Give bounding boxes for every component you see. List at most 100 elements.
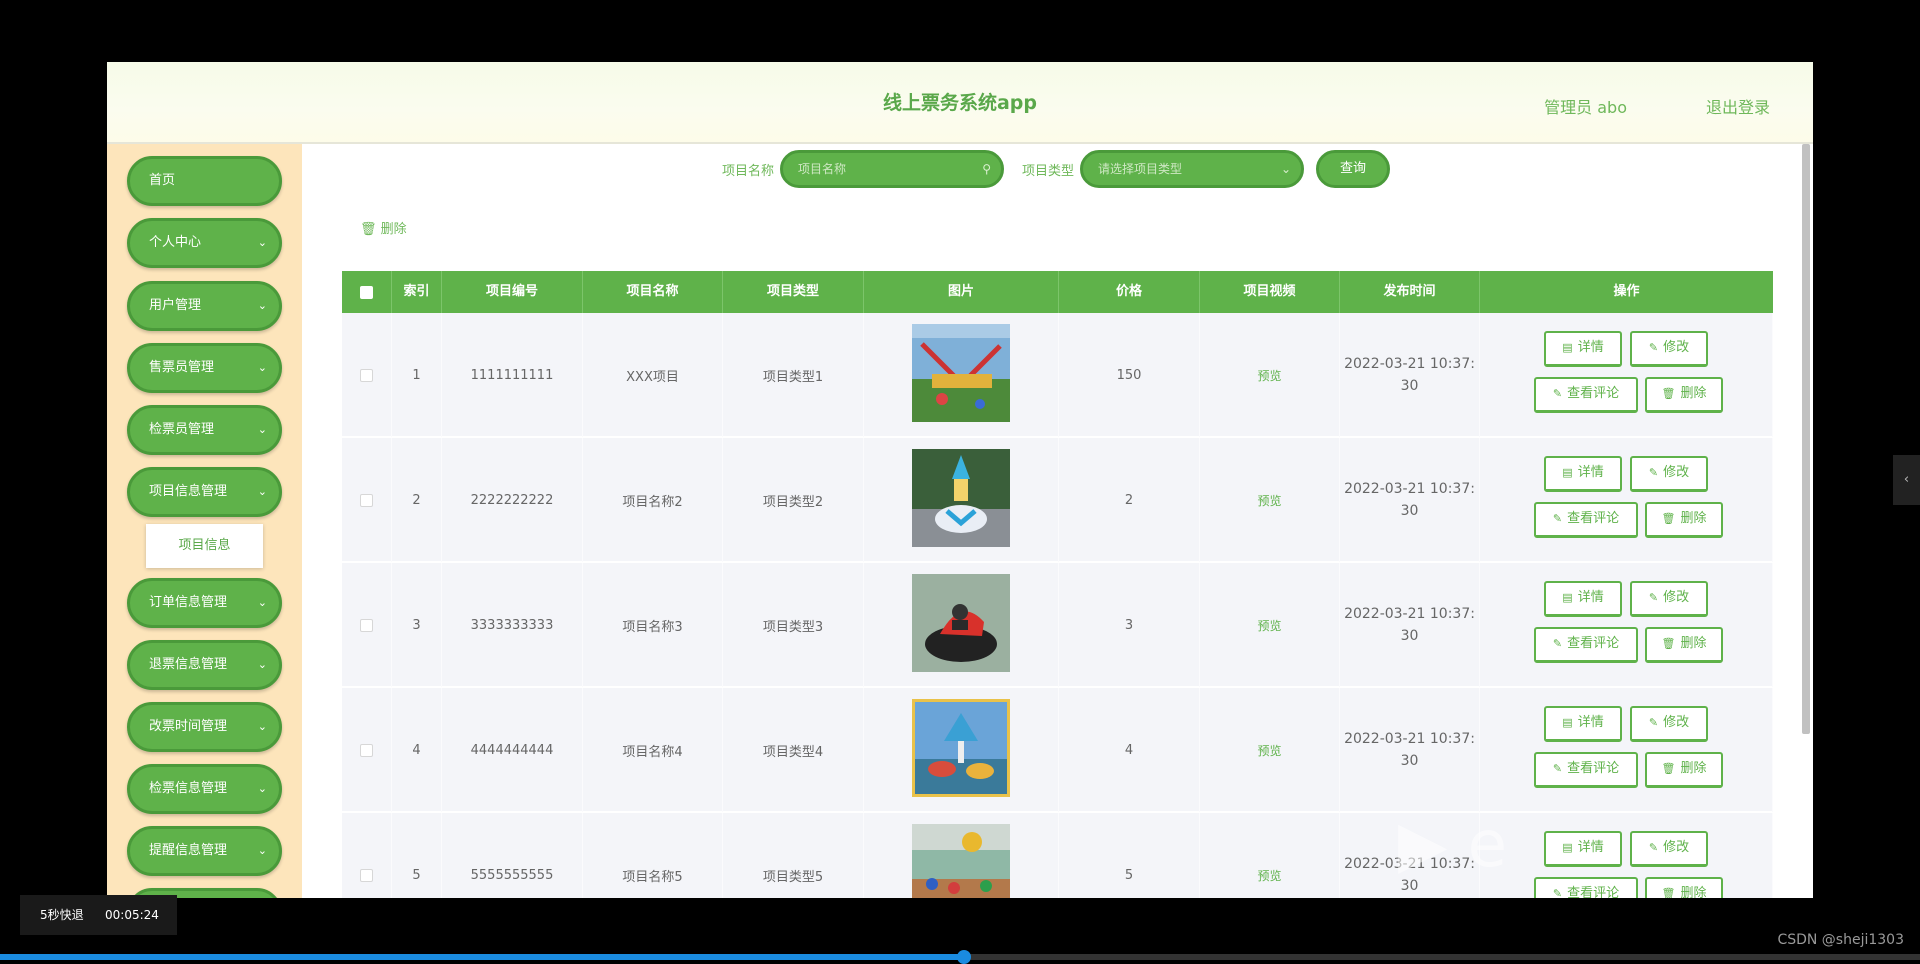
- delete-button[interactable]: 🗑 删除: [1645, 627, 1723, 663]
- table-cell: 项目名称3: [583, 563, 723, 687]
- delete-button[interactable]: 🗑 删除: [1645, 377, 1723, 413]
- project-code: 3333333333: [470, 617, 554, 633]
- project-code: 2222222222: [470, 492, 554, 508]
- edit-button[interactable]: ✎ 修改: [1630, 706, 1708, 742]
- collapse-panel-tab[interactable]: ‹: [1893, 455, 1920, 505]
- view-reviews-button-label: 查看评论: [1567, 761, 1620, 776]
- project-code: 4444444444: [470, 742, 554, 758]
- view-reviews-button-label: 查看评论: [1567, 386, 1620, 401]
- table-cell: 项目名称2: [583, 438, 723, 562]
- project-type: 项目类型5: [762, 869, 824, 885]
- main-content: 项目名称 项目名称 ⚲ 项目类型 请选择项目类型 ⌄ 查询 🗑 删除 索引 项目…: [302, 144, 1813, 898]
- query-button[interactable]: 查询: [1316, 150, 1390, 188]
- table-cell: [864, 563, 1059, 687]
- delete-button-label: 删除: [1680, 886, 1707, 898]
- project-image[interactable]: [912, 699, 1010, 801]
- delete-button-label: 删除: [1680, 511, 1707, 526]
- row-checkbox[interactable]: [360, 493, 373, 507]
- delete-button[interactable]: 🗑 删除: [1645, 752, 1723, 788]
- video-preview-link[interactable]: 预览: [1257, 742, 1281, 759]
- submenu-item-project-info[interactable]: 项目信息: [146, 524, 263, 568]
- sidebar-item-reschedule-management[interactable]: 改票时间管理 ⌄: [127, 702, 282, 752]
- edit-button[interactable]: ✎ 修改: [1630, 456, 1708, 492]
- search-icon: ⚲: [982, 162, 991, 176]
- project-type: 项目类型2: [762, 494, 824, 510]
- project-price: 3: [1124, 617, 1134, 633]
- detail-button-label: 详情: [1577, 840, 1604, 855]
- table-cell: [342, 313, 392, 437]
- sidebar-item-user-management[interactable]: 用户管理 ⌄: [127, 281, 282, 331]
- view-reviews-button[interactable]: ✎ 查看评论: [1534, 752, 1638, 788]
- table-cell: 150: [1059, 313, 1200, 437]
- detail-button[interactable]: ▤ 详情: [1544, 706, 1622, 742]
- delete-button[interactable]: 🗑 删除: [1645, 877, 1723, 898]
- scrollbar[interactable]: [1802, 144, 1810, 734]
- detail-button[interactable]: ▤ 详情: [1544, 331, 1622, 367]
- view-reviews-button[interactable]: ✎ 查看评论: [1534, 377, 1638, 413]
- header-type: 项目类型: [723, 271, 864, 313]
- sidebar-item-check-info-management[interactable]: 检票信息管理 ⌄: [127, 764, 282, 814]
- detail-button[interactable]: ▤ 详情: [1544, 831, 1622, 867]
- select-all-checkbox[interactable]: [360, 285, 373, 299]
- project-type-select[interactable]: 请选择项目类型 ⌄: [1080, 150, 1304, 188]
- publish-time-date: 2022-03-21 10:37:: [1344, 606, 1475, 622]
- sidebar-item-checker-management[interactable]: 检票员管理 ⌄: [127, 405, 282, 455]
- chevron-down-icon: ⌄: [257, 782, 267, 795]
- detail-icon: ▤: [1562, 466, 1573, 479]
- detail-button[interactable]: ▤ 详情: [1544, 456, 1622, 492]
- delete-button[interactable]: 🗑 删除: [1645, 502, 1723, 538]
- sidebar-item-project-management[interactable]: 项目信息管理 ⌄: [127, 467, 282, 517]
- project-name: XXX项目: [626, 369, 679, 385]
- row-checkbox[interactable]: [360, 868, 373, 882]
- sidebar-item-personal-center[interactable]: 个人中心 ⌄: [127, 218, 282, 268]
- progress-handle[interactable]: [956, 950, 971, 964]
- row-checkbox[interactable]: [360, 368, 373, 382]
- detail-button[interactable]: ▤ 详情: [1544, 581, 1622, 617]
- project-code: 1111111111: [470, 367, 554, 383]
- detail-icon: ▤: [1562, 341, 1573, 354]
- header-name: 项目名称: [583, 271, 723, 313]
- video-preview-link[interactable]: 预览: [1257, 492, 1281, 509]
- view-reviews-button[interactable]: ✎ 查看评论: [1534, 877, 1638, 898]
- project-image[interactable]: [912, 824, 1010, 898]
- sidebar-item-refund-management[interactable]: 退票信息管理 ⌄: [127, 640, 282, 690]
- publish-time-seconds: 30: [1400, 503, 1419, 519]
- video-preview-link[interactable]: 预览: [1257, 867, 1281, 884]
- sidebar-item-order-management[interactable]: 订单信息管理 ⌄: [127, 578, 282, 628]
- publish-time: 2022-03-21 10:37: 30: [1344, 478, 1475, 522]
- header-index: 索引: [392, 271, 442, 313]
- view-reviews-button-label: 查看评论: [1567, 511, 1620, 526]
- project-name-input[interactable]: 项目名称 ⚲: [780, 150, 1004, 188]
- rewind-5s-button[interactable]: 5秒快退: [40, 895, 84, 935]
- video-preview-link[interactable]: 预览: [1257, 367, 1281, 384]
- row-checkbox[interactable]: [360, 618, 373, 632]
- table-cell: 5555555555: [442, 813, 583, 898]
- edit-button[interactable]: ✎ 修改: [1630, 581, 1708, 617]
- logout-link[interactable]: 退出登录: [1706, 94, 1770, 118]
- trash-icon: 🗑: [1661, 637, 1676, 650]
- project-image[interactable]: [912, 449, 1010, 551]
- sidebar-item-label: 检票信息管理: [149, 781, 228, 796]
- edit-button[interactable]: ✎ 修改: [1630, 831, 1708, 867]
- project-price: 150: [1116, 367, 1142, 383]
- edit-icon: ✎: [1552, 637, 1563, 650]
- table-cell: 2022-03-21 10:37: 30: [1340, 688, 1480, 812]
- edit-icon: ✎: [1552, 512, 1563, 525]
- sidebar-item-reminder-management[interactable]: 提醒信息管理 ⌄: [127, 826, 282, 876]
- edit-button[interactable]: ✎ 修改: [1630, 331, 1708, 367]
- table-cell: 项目类型1: [723, 313, 864, 437]
- sidebar-item-seller-management[interactable]: 售票员管理 ⌄: [127, 343, 282, 393]
- project-image[interactable]: [912, 324, 1010, 426]
- edit-icon: ✎: [1648, 841, 1659, 854]
- view-reviews-button[interactable]: ✎ 查看评论: [1534, 502, 1638, 538]
- video-preview-link[interactable]: 预览: [1257, 617, 1281, 634]
- table-cell: [342, 813, 392, 898]
- project-image[interactable]: [912, 574, 1010, 676]
- row-checkbox[interactable]: [360, 743, 373, 757]
- table-cell: 1: [392, 313, 442, 437]
- view-reviews-button[interactable]: ✎ 查看评论: [1534, 627, 1638, 663]
- chevron-down-icon: ⌄: [257, 596, 267, 609]
- sidebar-item-home[interactable]: 首页: [127, 156, 282, 206]
- trash-icon: 🗑: [1661, 762, 1676, 775]
- bulk-delete-button[interactable]: 🗑 删除: [360, 218, 407, 237]
